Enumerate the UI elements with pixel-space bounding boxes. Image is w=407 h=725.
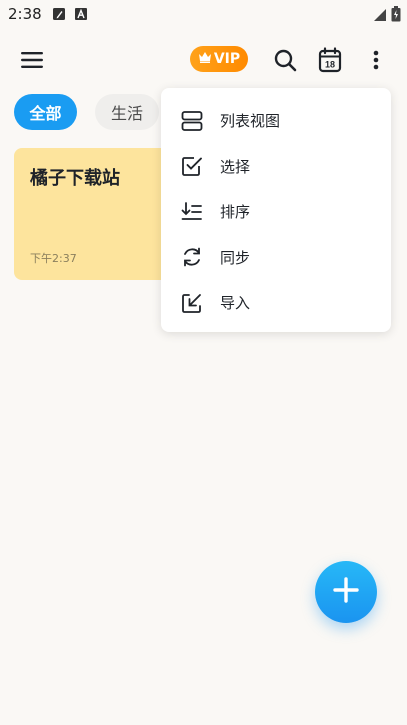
menu-item-label: 排序 [220, 203, 251, 222]
plus-icon [333, 577, 359, 607]
chip-label: 生活 [110, 104, 143, 123]
note-time: 下午2:37 [30, 252, 77, 265]
note-title: 橘子下载站 [30, 168, 120, 189]
calendar-button[interactable]: 18 [314, 44, 346, 76]
list-view-icon [180, 109, 204, 133]
hamburger-icon[interactable] [16, 44, 48, 76]
menu-item-sync[interactable]: 同步 [161, 235, 391, 281]
search-icon[interactable] [269, 44, 301, 76]
status-time: 2:38 [8, 5, 42, 23]
edit-note-icon [52, 7, 66, 21]
note-card[interactable]: 橘子下载站 下午2:37 [14, 148, 184, 280]
battery-icon [391, 6, 401, 26]
sync-icon [180, 245, 204, 269]
calendar-day: 18 [325, 60, 335, 70]
overflow-menu: 列表视图 选择 排序 同步 导入 [161, 88, 391, 332]
menu-item-label: 导入 [220, 294, 251, 313]
menu-item-label: 同步 [220, 248, 251, 267]
vip-label: VIP [213, 51, 241, 67]
app-screen: 2:38 VIP 18 全部 生活 橘子下载站 下午2:37 列表视图 选择 排… [0, 0, 407, 725]
calendar-icon: 18 [318, 47, 342, 73]
import-icon [180, 291, 204, 315]
signal-icon [373, 7, 387, 26]
menu-item-label: 列表视图 [220, 112, 281, 131]
checkbox-icon [180, 154, 204, 178]
a-text-icon [74, 7, 88, 21]
more-vertical-icon[interactable] [360, 44, 392, 76]
sort-icon [180, 200, 204, 224]
menu-item-sort[interactable]: 排序 [161, 189, 391, 235]
chip-label: 全部 [29, 104, 62, 123]
category-chip-life[interactable]: 生活 [95, 94, 159, 130]
menu-item-select[interactable]: 选择 [161, 144, 391, 190]
navigation-bar [0, 700, 407, 725]
status-bar: 2:38 [0, 0, 407, 28]
category-chip-all[interactable]: 全部 [14, 94, 77, 130]
status-right [373, 6, 401, 26]
vip-button[interactable]: VIP [190, 46, 248, 72]
menu-item-import[interactable]: 导入 [161, 280, 391, 326]
add-note-button[interactable] [315, 561, 377, 623]
crown-icon [198, 51, 212, 67]
menu-item-label: 选择 [220, 157, 251, 176]
menu-item-list-view[interactable]: 列表视图 [161, 98, 391, 144]
top-toolbar: VIP 18 [0, 38, 407, 82]
